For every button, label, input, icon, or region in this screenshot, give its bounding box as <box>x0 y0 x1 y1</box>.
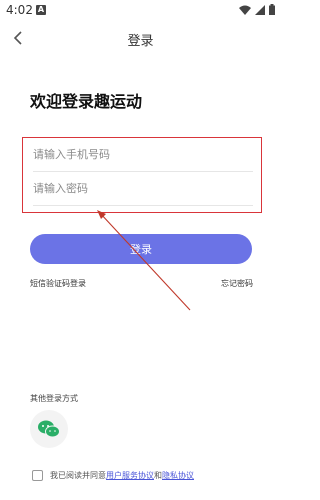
agreement-and: 和 <box>154 471 162 480</box>
wechat-login-button[interactable] <box>30 410 68 448</box>
agreement-prefix: 我已阅读并同意 <box>50 471 106 480</box>
phone-field <box>33 138 253 172</box>
privacy-link[interactable]: 隐私协议 <box>162 470 194 481</box>
login-form-highlight <box>22 137 262 213</box>
battery-icon <box>269 4 275 15</box>
wechat-icon <box>38 420 60 438</box>
welcome-heading: 欢迎登录趣运动 <box>30 92 143 111</box>
nav-bar: 登录 <box>0 22 281 56</box>
status-icons <box>239 4 275 15</box>
password-input[interactable] <box>33 172 253 205</box>
user-service-link[interactable]: 用户服务协议 <box>106 470 154 481</box>
forgot-password-link[interactable]: 忘记密码 <box>221 278 253 289</box>
signal-icon <box>255 4 265 15</box>
sms-login-link[interactable]: 短信验证码登录 <box>30 278 86 289</box>
status-time: 4:02 <box>6 3 33 17</box>
status-bar: 4:02 A <box>0 0 281 22</box>
password-field <box>33 172 253 206</box>
agreement-row: 我已阅读并同意 用户服务协议 和 隐私协议 <box>32 470 194 481</box>
phone-input[interactable] <box>33 138 253 171</box>
page-title: 登录 <box>127 34 154 49</box>
agreement-checkbox[interactable] <box>32 470 43 481</box>
login-button[interactable]: 登录 <box>30 234 252 264</box>
wifi-icon <box>239 5 251 15</box>
other-login-label: 其他登录方式 <box>30 394 78 403</box>
notification-icon: A <box>36 5 46 15</box>
